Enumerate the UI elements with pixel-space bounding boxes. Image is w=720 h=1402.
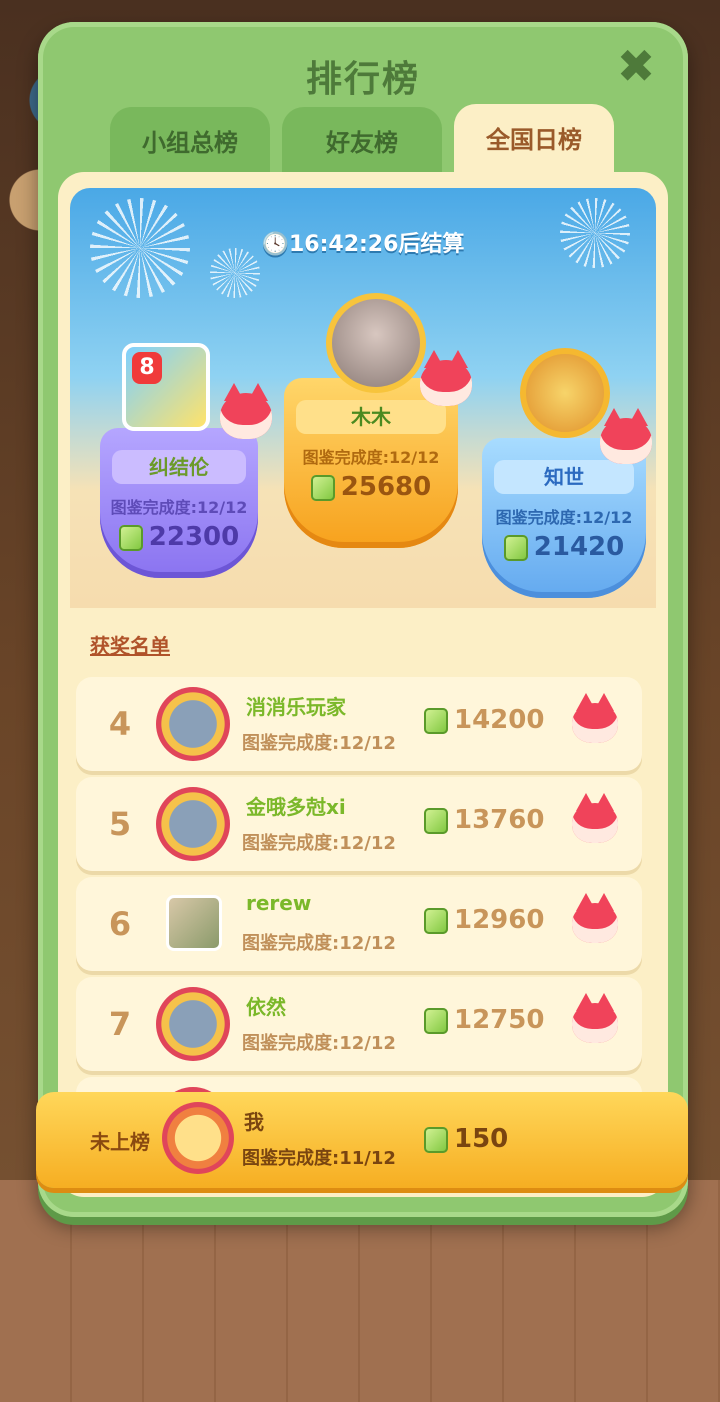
- score: 12750: [424, 1005, 544, 1035]
- podium-first-name: 木木: [296, 400, 446, 434]
- player-name: 金哦多尅xi: [246, 795, 346, 819]
- avatar: [156, 687, 230, 761]
- fox-mascot-icon: [420, 350, 472, 406]
- gem-icon: [310, 474, 335, 501]
- player-name: 消消乐玩家: [246, 695, 346, 719]
- score: 14200: [424, 705, 544, 735]
- avatar: [156, 787, 230, 861]
- player-name: 依然: [246, 995, 286, 1019]
- fox-mascot-icon: [572, 993, 618, 1043]
- not-ranked-label: 未上榜: [90, 1130, 150, 1154]
- podium-stage: 🕓16:42:26后结算 纠结伦 图鉴完成度:12/12 22300 木木 图鉴…: [70, 188, 656, 608]
- list-item[interactable]: 5 金哦多尅xi 图鉴完成度:12/12 13760: [76, 777, 642, 871]
- tab-group-total[interactable]: 小组总榜: [110, 107, 270, 177]
- leaderboard-panel: 排行榜 ✖ 小组总榜 好友榜 全国日榜 🕓16:42:26后结算 纠结伦 图鉴完…: [38, 22, 688, 1217]
- gem-icon: [424, 907, 448, 934]
- score: 13760: [424, 805, 544, 835]
- podium-second[interactable]: 纠结伦 图鉴完成度:12/12 22300: [100, 428, 258, 578]
- fox-mascot-icon: [220, 383, 272, 439]
- list-item[interactable]: 7 依然 图鉴完成度:12/12 12750: [76, 977, 642, 1071]
- collection-progress: 图鉴完成度:12/12: [242, 733, 396, 754]
- rank-number: 4: [108, 705, 132, 743]
- avatar: [162, 1102, 234, 1174]
- collection-progress: 图鉴完成度:12/12: [242, 933, 396, 954]
- fox-mascot-icon: [572, 893, 618, 943]
- list-item[interactable]: 4 消消乐玩家 图鉴完成度:12/12 14200: [76, 677, 642, 771]
- collection-progress: 图鉴完成度:12/12: [242, 833, 396, 854]
- collection-progress: 图鉴完成度:12/12: [242, 1033, 396, 1054]
- gem-icon: [424, 1007, 448, 1034]
- level-badge: 8: [132, 352, 162, 384]
- avatar: [166, 895, 222, 951]
- gem-icon: [118, 524, 143, 551]
- settlement-timer: 🕓16:42:26后结算: [261, 232, 465, 257]
- collection-progress: 图鉴完成度:11/12: [242, 1148, 396, 1169]
- score: 12960: [424, 905, 544, 935]
- fox-mascot-icon: [572, 793, 618, 843]
- tab-friends[interactable]: 好友榜: [282, 107, 442, 177]
- podium-second-progress: 图鉴完成度:12/12: [110, 498, 248, 517]
- avatar[interactable]: [326, 293, 426, 393]
- rank-number: 5: [108, 805, 132, 843]
- list-item[interactable]: 6 rerew 图鉴完成度:12/12 12960: [76, 877, 642, 971]
- avatar: [156, 987, 230, 1061]
- rank-number: 7: [108, 1005, 132, 1043]
- winners-list-label: 获奖名单: [90, 634, 170, 658]
- podium-third-progress: 图鉴完成度:12/12: [495, 508, 633, 527]
- gem-icon: [503, 534, 528, 561]
- podium-first-score: 25680: [284, 472, 458, 502]
- gem-icon: [424, 707, 448, 734]
- podium-second-score: 22300: [100, 522, 258, 552]
- player-name: 我: [244, 1110, 264, 1134]
- podium-second-name: 纠结伦: [112, 450, 246, 484]
- rank-number: 6: [108, 905, 132, 943]
- avatar[interactable]: [520, 348, 610, 438]
- close-icon[interactable]: ✖: [614, 43, 658, 89]
- my-rank-bar[interactable]: 未上榜 我 图鉴完成度:11/12 150: [36, 1092, 688, 1188]
- leaderboard-content: 🕓16:42:26后结算 纠结伦 图鉴完成度:12/12 22300 木木 图鉴…: [58, 172, 668, 1197]
- panel-title: 排行榜: [305, 59, 420, 100]
- podium-third-name: 知世: [494, 460, 634, 494]
- player-name: rerew: [246, 891, 312, 915]
- podium-third-score: 21420: [482, 532, 646, 562]
- podium-first-progress: 图鉴完成度:12/12: [302, 448, 440, 467]
- gem-icon: [424, 807, 448, 834]
- score: 150: [424, 1124, 508, 1154]
- fox-mascot-icon: [572, 693, 618, 743]
- fox-mascot-icon: [600, 408, 652, 464]
- gem-icon: [424, 1126, 448, 1153]
